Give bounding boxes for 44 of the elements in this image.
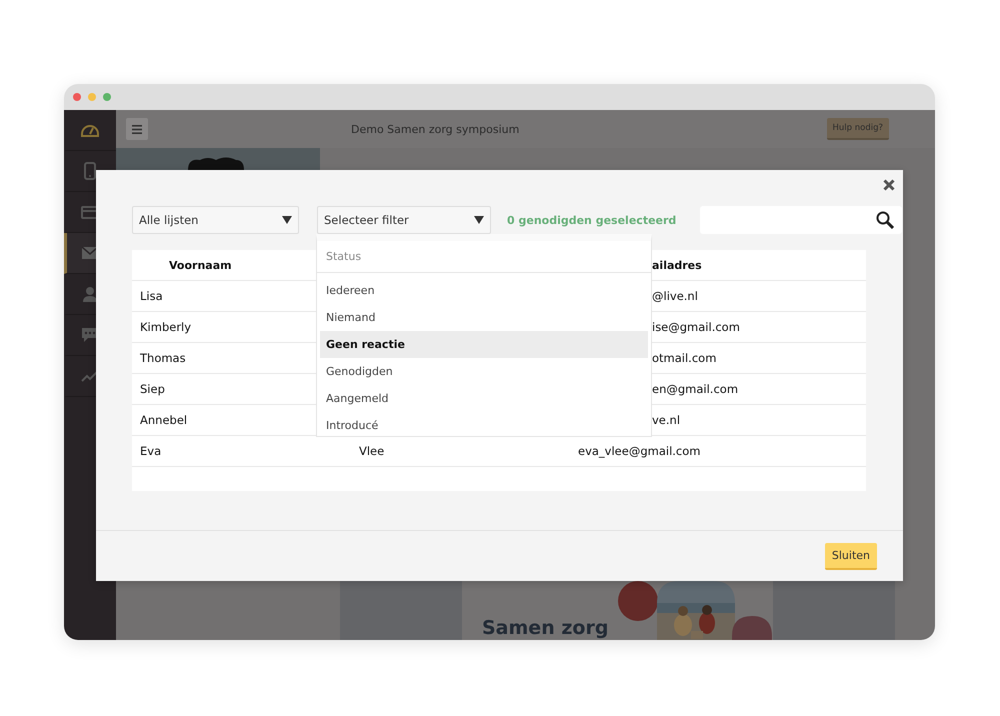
menu-icon [132, 124, 142, 134]
table-cell-text: Siep [139, 382, 166, 396]
table-cell-text: en@gmail.com [651, 382, 738, 396]
zoom-dot-icon[interactable] [103, 93, 111, 101]
caret-icon [282, 216, 292, 224]
menu-option[interactable]: Introducé [320, 412, 648, 436]
minimize-dot-icon[interactable] [88, 93, 96, 101]
table-cell-text: ise@gmail.com [651, 320, 740, 334]
menu-option[interactable]: Genodigden [320, 358, 648, 385]
close-icon [883, 179, 895, 191]
phone-icon [84, 162, 96, 180]
menu-button[interactable] [126, 118, 148, 140]
menu-option[interactable]: Aangemeld [320, 385, 648, 412]
rounded-shape [732, 616, 772, 640]
table-cell-text: otmail.com [651, 351, 716, 365]
table-cell-text: @live.nl [651, 289, 698, 303]
menu-option[interactable]: Niemand [320, 304, 648, 331]
menu-group-label: Status [317, 241, 651, 273]
selection-count: 0 genodigden geselecteerd [507, 214, 676, 226]
table-cell-text: Kimberly [139, 320, 192, 334]
search-field[interactable] [700, 206, 902, 234]
chart-icon [81, 369, 99, 383]
menu-option[interactable]: Iedereen [320, 277, 648, 304]
table-cell-text: Thomas [139, 351, 187, 365]
close-dot-icon[interactable] [73, 93, 81, 101]
close-button[interactable] [883, 179, 895, 191]
list-select[interactable]: Alle lijsten [132, 206, 299, 234]
table-cell-text: ve.nl [651, 413, 680, 427]
table-cell-text: Eva [139, 444, 162, 458]
column-header: Voornaam [168, 258, 233, 272]
gauge-icon [80, 122, 100, 138]
search-icon [876, 211, 894, 229]
menu-option[interactable]: Geen reactie [320, 331, 648, 358]
filter-select[interactable]: Selecteer filter [317, 206, 491, 234]
table-cell-text: eva_vlee@gmail.com [577, 444, 700, 458]
poster-title: Samen zorg [482, 618, 608, 639]
column-header: ailadres [651, 258, 702, 272]
close-dialog-button[interactable]: Sluiten [824, 542, 877, 570]
event-title: Demo Samen zorg symposium [351, 122, 520, 136]
person-icon [82, 286, 98, 302]
caret-icon [474, 216, 484, 224]
circle-shape [618, 581, 658, 621]
blob-drawing [186, 156, 246, 170]
table-cell-text: Vlee [358, 444, 386, 458]
